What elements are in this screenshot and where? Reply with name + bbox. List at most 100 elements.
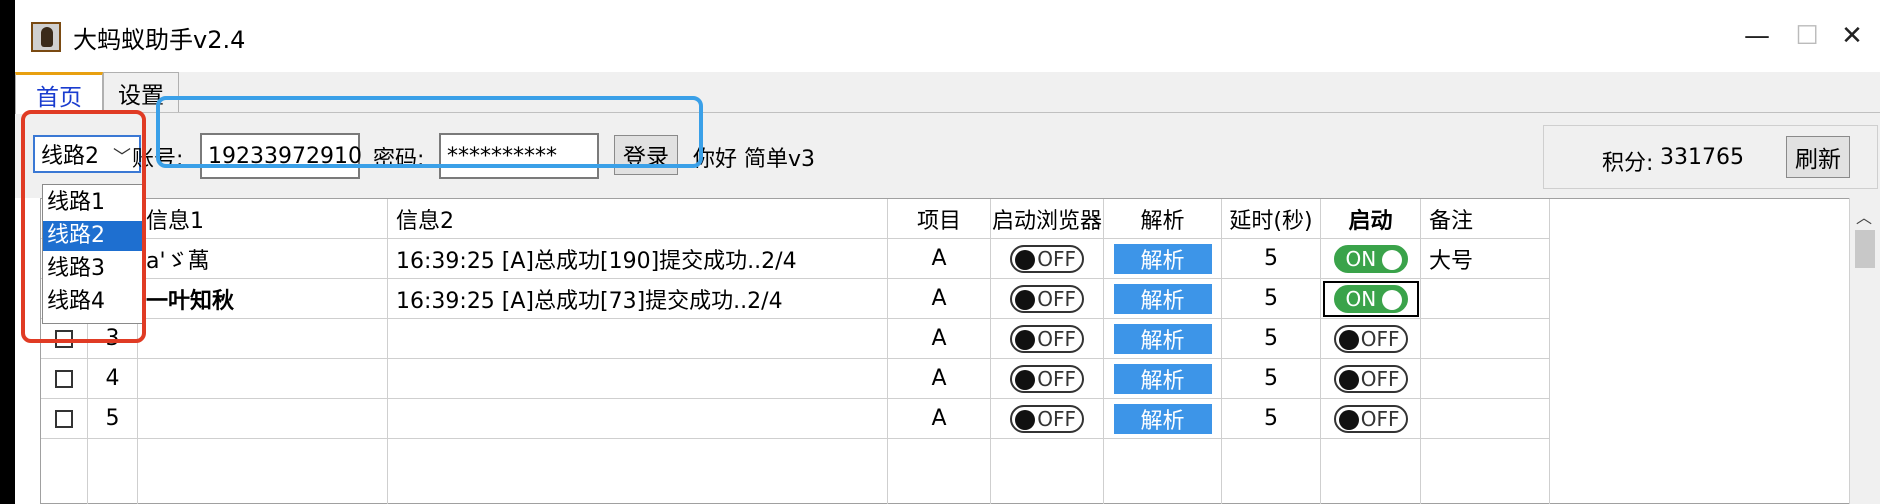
row-start-cell: [1321, 439, 1421, 504]
row-note[interactable]: 大号: [1421, 239, 1550, 279]
parse-button[interactable]: 解析: [1113, 283, 1212, 314]
title-bar: 大蚂蚁助手v2.4 — ☐ ✕: [15, 0, 1880, 72]
row-note[interactable]: [1421, 359, 1550, 399]
row-delay[interactable]: 5: [1222, 399, 1321, 439]
row-note[interactable]: [1421, 319, 1550, 359]
row-start-cell: OFF: [1321, 399, 1421, 439]
row-delay[interactable]: 5: [1222, 239, 1321, 279]
row-number: 4: [88, 359, 138, 399]
browser-toggle[interactable]: OFF: [1010, 244, 1084, 273]
app-window: 大蚂蚁助手v2.4 — ☐ ✕ 首页 设置 线路2 ﹀ 账号: 19233972…: [15, 0, 1880, 504]
points-value: 331765: [1660, 145, 1744, 170]
row-browser-cell: OFF: [991, 359, 1104, 399]
row-info2: [388, 439, 888, 504]
row-info2: [388, 319, 888, 359]
browser-toggle[interactable]: OFF: [1010, 404, 1084, 433]
accounts-table: 信息1 信息2 项目 启动浏览器 解析 延时(秒) 启动 备注 a'ゞ萬 16:…: [40, 198, 1880, 504]
tab-strip: 首页 设置: [15, 72, 1880, 114]
app-ant-icon: [31, 22, 61, 52]
points-label: 积分:: [1602, 151, 1654, 176]
parse-button[interactable]: 解析: [1113, 363, 1212, 394]
header-browser[interactable]: 启动浏览器: [991, 199, 1104, 239]
row-info1: [138, 359, 388, 399]
row-browser-cell: OFF: [991, 399, 1104, 439]
route-select-value: 线路2: [41, 144, 99, 169]
start-toggle[interactable]: OFF: [1333, 324, 1408, 353]
header-note[interactable]: 备注: [1421, 199, 1550, 239]
row-checkbox[interactable]: [55, 409, 73, 428]
row-parse-cell: 解析: [1104, 319, 1222, 359]
row-info1: [138, 399, 388, 439]
row-parse-cell: [1104, 439, 1222, 504]
row-info2: [388, 399, 888, 439]
password-field[interactable]: **********: [439, 133, 599, 179]
row-info1: 一叶知秋: [138, 279, 388, 319]
route-option-3[interactable]: 线路3: [43, 254, 144, 284]
parse-button[interactable]: 解析: [1113, 403, 1212, 434]
browser-toggle[interactable]: OFF: [1010, 364, 1084, 393]
row-note[interactable]: [1421, 279, 1550, 319]
header-project[interactable]: 项目: [888, 199, 991, 239]
row-info2: 16:39:25 [A]总成功[190]提交成功..2/4: [388, 239, 888, 279]
vertical-scrollbar[interactable]: ︿: [1849, 198, 1880, 504]
row-delay[interactable]: 5: [1222, 319, 1321, 359]
row-info1: [138, 439, 388, 504]
row-note: [1421, 439, 1550, 504]
row-note[interactable]: [1421, 399, 1550, 439]
header-parse[interactable]: 解析: [1104, 199, 1222, 239]
start-toggle[interactable]: OFF: [1333, 364, 1408, 393]
tab-settings[interactable]: 设置: [103, 72, 179, 112]
row-project: [888, 439, 991, 504]
row-delay[interactable]: 5: [1222, 359, 1321, 399]
row-project: A: [888, 399, 991, 439]
row-info2: [388, 359, 888, 399]
start-toggle[interactable]: OFF: [1333, 404, 1408, 433]
row-parse-cell: 解析: [1104, 399, 1222, 439]
refresh-button[interactable]: 刷新: [1786, 136, 1850, 178]
row-delay: [1222, 439, 1321, 504]
row-checkbox-cell: [41, 319, 88, 359]
row-info1: [138, 319, 388, 359]
header-delay[interactable]: 延时(秒): [1222, 199, 1321, 239]
header-info1[interactable]: 信息1: [138, 199, 388, 239]
row-info2: 16:39:25 [A]总成功[73]提交成功..2/4: [388, 279, 888, 319]
login-button[interactable]: 登录: [614, 135, 678, 175]
header-start[interactable]: 启动: [1321, 199, 1421, 239]
route-option-2[interactable]: 线路2: [43, 221, 144, 251]
chevron-down-icon: ﹀: [113, 147, 131, 168]
parse-button[interactable]: 解析: [1113, 243, 1212, 274]
row-start-cell: OFF: [1321, 319, 1421, 359]
account-field[interactable]: 19233972910: [200, 133, 362, 179]
scroll-up-icon[interactable]: ︿: [1856, 204, 1872, 228]
route-select[interactable]: 线路2 ﹀: [33, 135, 141, 173]
close-button[interactable]: ✕: [1832, 16, 1872, 56]
scroll-thumb[interactable]: [1855, 230, 1875, 268]
row-delay[interactable]: 5: [1222, 279, 1321, 319]
row-parse-cell: 解析: [1104, 279, 1222, 319]
row-project: A: [888, 319, 991, 359]
row-checkbox[interactable]: [55, 369, 73, 388]
start-toggle[interactable]: ON: [1333, 284, 1408, 313]
tab-home[interactable]: 首页: [15, 72, 103, 114]
route-option-1[interactable]: 线路1: [43, 188, 144, 218]
route-option-4[interactable]: 线路4: [43, 287, 144, 317]
login-toolbar: 线路2 ﹀ 账号: 19233972910 密码: ********** 登录 …: [15, 112, 1880, 198]
greeting-text: 你好 简单v3: [693, 147, 816, 172]
row-number: 3: [88, 319, 138, 359]
browser-toggle[interactable]: OFF: [1010, 284, 1084, 313]
row-browser-cell: [991, 439, 1104, 504]
start-toggle[interactable]: ON: [1333, 244, 1408, 273]
parse-button[interactable]: 解析: [1113, 323, 1212, 354]
row-start-cell: ON: [1321, 239, 1421, 279]
browser-toggle[interactable]: OFF: [1010, 324, 1084, 353]
header-info2[interactable]: 信息2: [388, 199, 888, 239]
row-project: A: [888, 239, 991, 279]
row-checkbox[interactable]: [55, 329, 73, 348]
row-number: [88, 439, 138, 504]
row-project: A: [888, 359, 991, 399]
row-project: A: [888, 279, 991, 319]
minimize-button[interactable]: —: [1737, 16, 1777, 56]
row-checkbox-cell: [41, 359, 88, 399]
maximize-button[interactable]: ☐: [1787, 16, 1827, 56]
route-dropdown-list: 线路1 线路2 线路3 线路4: [42, 184, 145, 324]
